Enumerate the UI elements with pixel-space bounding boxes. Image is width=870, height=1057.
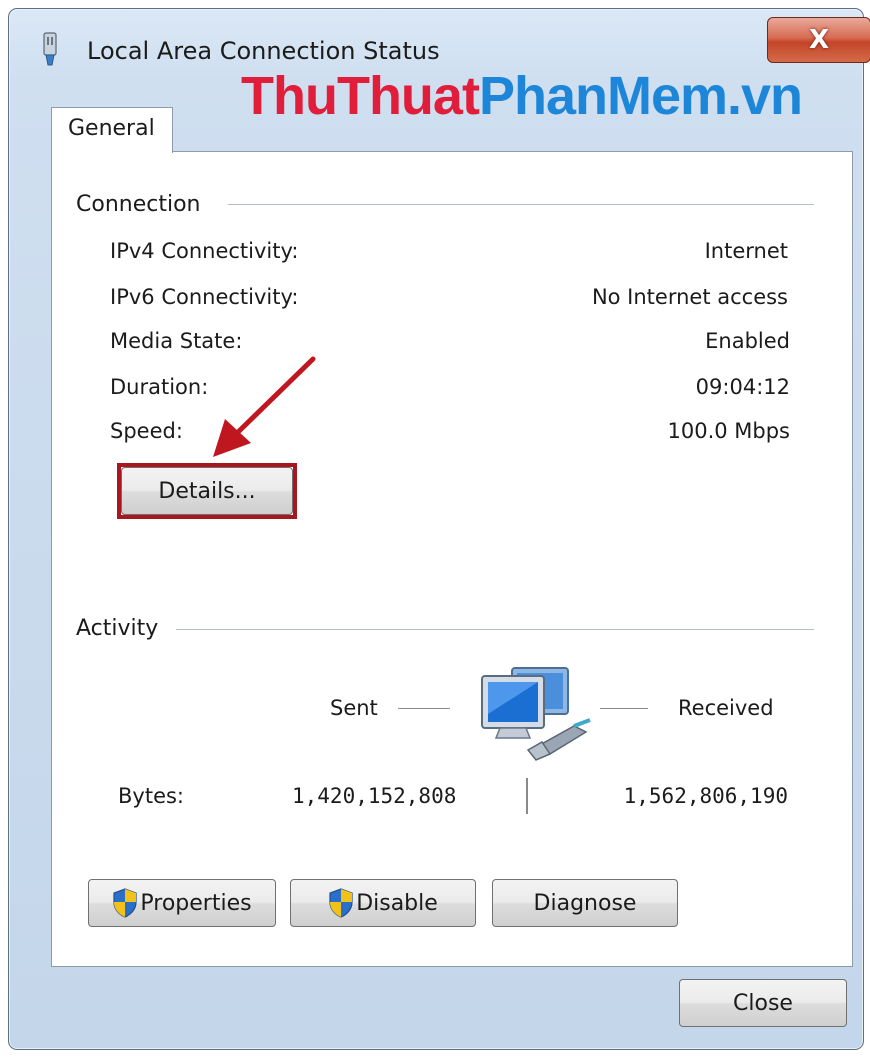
media-state-value: Enabled	[705, 329, 790, 353]
ipv6-connectivity-label: IPv6 Connectivity:	[110, 285, 299, 309]
received-connector-line	[600, 708, 648, 709]
bytes-label: Bytes:	[118, 784, 185, 808]
received-label: Received	[678, 696, 774, 720]
network-adapter-icon	[43, 32, 57, 66]
properties-button[interactable]: Properties	[88, 879, 276, 927]
network-computers-icon	[481, 667, 591, 761]
general-tab-panel: Connection IPv4 Connectivity: Internet I…	[51, 151, 853, 967]
disable-button[interactable]: Disable	[290, 879, 476, 927]
diagnose-button-label: Diagnose	[533, 890, 637, 916]
close-button-label: Close	[733, 990, 793, 1016]
watermark-part-1: ThuThuat	[241, 66, 480, 126]
close-button[interactable]: Close	[679, 979, 847, 1027]
uac-shield-icon	[329, 888, 353, 918]
duration-label: Duration:	[110, 375, 209, 399]
ipv4-connectivity-value: Internet	[704, 239, 788, 263]
speed-value: 100.0 Mbps	[667, 419, 790, 443]
ipv4-connectivity-label: IPv4 Connectivity:	[110, 239, 299, 263]
properties-button-label: Properties	[140, 890, 252, 916]
sent-connector-line	[398, 708, 450, 709]
bytes-separator	[526, 778, 528, 814]
sent-label: Sent	[330, 696, 378, 720]
connection-group-divider	[228, 204, 814, 205]
disable-button-label: Disable	[356, 890, 438, 916]
activity-group-heading: Activity	[76, 616, 171, 641]
window-title: Local Area Connection Status	[87, 37, 440, 65]
diagnose-button[interactable]: Diagnose	[492, 879, 678, 927]
close-window-button[interactable]: X	[767, 17, 870, 63]
activity-group-divider	[176, 629, 814, 630]
details-highlight-box	[117, 463, 297, 519]
connection-group-heading: Connection	[76, 192, 213, 217]
speed-label: Speed:	[110, 419, 183, 443]
close-icon: X	[808, 25, 830, 55]
ipv6-connectivity-value: No Internet access	[591, 285, 788, 309]
duration-value: 09:04:12	[695, 375, 790, 399]
tab-general[interactable]: General	[51, 107, 173, 153]
bytes-received-value: 1,562,806,190	[623, 784, 788, 808]
watermark-part-2: PhanMem.vn	[478, 66, 803, 126]
uac-shield-icon	[113, 888, 138, 918]
bytes-sent-value: 1,420,152,808	[292, 784, 457, 808]
red-arrow-annotation	[213, 356, 316, 457]
status-dialog-window: Local Area Connection Status X ThuThuatP…	[8, 8, 870, 1050]
watermark-logo: ThuThuatPhanMem.vn	[241, 65, 803, 127]
